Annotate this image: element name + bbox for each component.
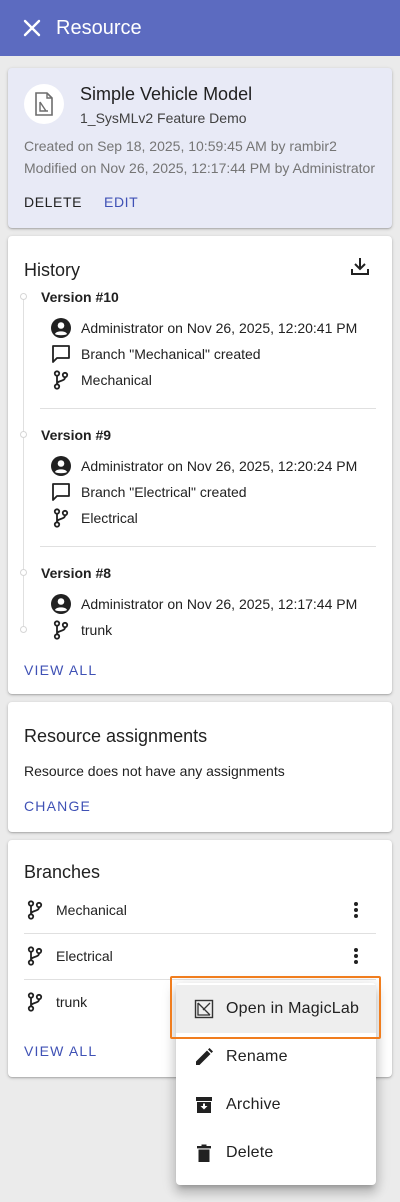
- account-icon: [50, 455, 72, 477]
- version-author: Administrator on Nov 26, 2025, 12:20:24 …: [50, 454, 357, 478]
- version-comment: Branch "Electrical" created: [50, 480, 247, 504]
- rename-menu-item[interactable]: Rename: [176, 1033, 376, 1081]
- resource-card: Simple Vehicle Model 1_SysMLv2 Feature D…: [8, 68, 392, 228]
- branches-view-all-button[interactable]: VIEW ALL: [24, 1043, 97, 1059]
- assignments-title: Resource assignments: [24, 726, 208, 746]
- branches-title: Branches: [24, 862, 101, 882]
- archive-icon: [193, 1094, 215, 1116]
- divider: [40, 546, 376, 547]
- delete-menu-item[interactable]: Delete: [176, 1129, 376, 1177]
- download-icon[interactable]: [348, 254, 372, 278]
- version-branch: Electrical: [50, 506, 138, 530]
- branch-row-electrical[interactable]: Electrical: [24, 933, 376, 979]
- version-label: Version #9: [41, 427, 112, 443]
- branch-name: Mechanical: [56, 902, 127, 918]
- branch-icon: [50, 507, 72, 529]
- more-vert-icon[interactable]: [344, 944, 368, 968]
- branch-icon: [50, 369, 72, 391]
- branch-icon: [24, 945, 46, 967]
- version-branch: trunk: [50, 618, 112, 642]
- more-vert-icon[interactable]: [344, 898, 368, 922]
- version-label: Version #10: [41, 289, 119, 305]
- assignments-empty-text: Resource does not have any assignments: [24, 763, 285, 779]
- branch-icon: [24, 991, 46, 1013]
- edit-button[interactable]: EDIT: [104, 194, 138, 210]
- comment-icon: [50, 343, 72, 365]
- timeline-dot: [20, 431, 27, 438]
- history-card: History Version #10 Administrator on Nov…: [8, 236, 392, 694]
- version-label: Version #8: [41, 565, 112, 581]
- version-author: Administrator on Nov 26, 2025, 12:20:41 …: [50, 316, 357, 340]
- modified-info: Modified on Nov 26, 2025, 12:17:44 PM by…: [24, 160, 375, 176]
- trash-icon: [193, 1142, 215, 1164]
- account-icon: [50, 317, 72, 339]
- version-author: Administrator on Nov 26, 2025, 12:17:44 …: [50, 592, 357, 616]
- timeline-dot: [20, 569, 27, 576]
- pencil-icon: [193, 1046, 215, 1068]
- open-in-magiclab-menu-item[interactable]: Open in MagicLab: [176, 985, 376, 1033]
- version-branch: Mechanical: [50, 368, 152, 392]
- timeline-line: [23, 296, 24, 630]
- assignments-card: Resource assignments Resource does not h…: [8, 702, 392, 832]
- branch-context-menu: Open in MagicLab Rename Archive Delete: [176, 983, 376, 1185]
- comment-icon: [50, 481, 72, 503]
- resource-project: 1_SysMLv2 Feature Demo: [80, 110, 247, 126]
- timeline-dot: [20, 626, 27, 633]
- divider: [40, 408, 376, 409]
- app-bar: Resource: [0, 0, 400, 56]
- model-file-icon: [24, 84, 64, 124]
- delete-button[interactable]: DELETE: [24, 194, 82, 210]
- history-view-all-button[interactable]: VIEW ALL: [24, 662, 97, 678]
- version-comment: Branch "Mechanical" created: [50, 342, 261, 366]
- history-title: History: [24, 260, 81, 280]
- magiclab-icon: [193, 998, 215, 1020]
- branch-name: trunk: [56, 994, 88, 1010]
- created-info: Created on Sep 18, 2025, 10:59:45 AM by …: [24, 138, 337, 154]
- timeline-dot: [20, 293, 27, 300]
- branch-row-mechanical[interactable]: Mechanical: [24, 887, 376, 933]
- branch-icon: [50, 619, 72, 641]
- resource-name: Simple Vehicle Model: [80, 84, 253, 104]
- branch-icon: [24, 899, 46, 921]
- archive-menu-item[interactable]: Archive: [176, 1081, 376, 1129]
- change-assignments-button[interactable]: CHANGE: [24, 798, 91, 814]
- account-icon: [50, 593, 72, 615]
- close-icon[interactable]: [20, 16, 44, 40]
- branch-name: Electrical: [56, 948, 113, 964]
- page-title: Resource: [56, 16, 142, 39]
